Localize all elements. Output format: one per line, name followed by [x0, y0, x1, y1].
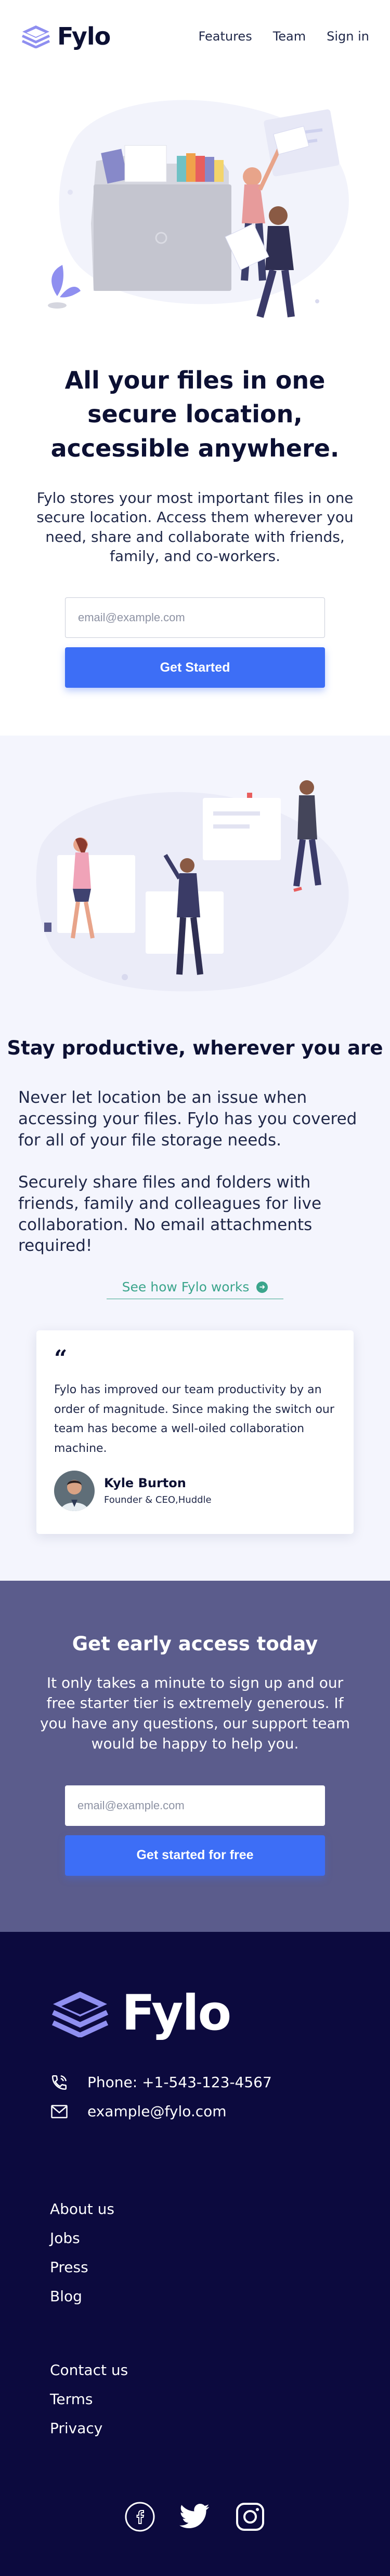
twitter-icon[interactable]: [178, 2500, 212, 2533]
footer-email-link[interactable]: example@fylo.com: [87, 2103, 227, 2120]
early-signup-form: Get started for free: [65, 1785, 325, 1876]
productive-copy: Never let location be an issue when acce…: [0, 1087, 390, 1257]
footer-phone: Phone: +1-543-123-4567: [87, 2074, 272, 2091]
person-name: Kyle Burton: [104, 1476, 186, 1491]
early-access-section: Get early access today It only takes a m…: [0, 1580, 390, 1932]
footer-link-terms[interactable]: Terms: [50, 2385, 390, 2414]
brand-name: Fylo: [57, 22, 111, 50]
hero-email-input[interactable]: [65, 597, 325, 638]
site-footer: Fylo Phone: +1-543-123-4567 example@fylo…: [0, 1931, 390, 2576]
testimonial-card: “ Fylo has improved our team productivit…: [36, 1330, 354, 1534]
footer-phone-row: Phone: +1-543-123-4567: [50, 2068, 390, 2097]
footer-links-group-2: Contact us Terms Privacy: [50, 2356, 390, 2443]
email-icon: [50, 2102, 69, 2121]
early-email-input[interactable]: [65, 1785, 325, 1826]
get-started-button[interactable]: Get Started: [65, 647, 325, 688]
hero-section: All your files in one secure location, a…: [0, 73, 390, 736]
site-header: Fylo Features Team Sign in: [0, 0, 390, 73]
hero-spacer: [0, 688, 390, 736]
person-role: Founder & CEO,Huddle: [104, 1494, 212, 1506]
main-nav: Features Team Sign in: [199, 29, 370, 44]
nav-link-team[interactable]: Team: [273, 29, 306, 44]
nav-link-signin[interactable]: Sign in: [327, 29, 369, 44]
footer-link-contact-us[interactable]: Contact us: [50, 2356, 390, 2385]
logo-layers-icon: [21, 25, 50, 48]
footer-contact: Phone: +1-543-123-4567 example@fylo.com: [50, 2068, 390, 2126]
footer-link-press[interactable]: Press: [50, 2253, 390, 2282]
get-started-free-button[interactable]: Get started for free: [65, 1835, 325, 1876]
phone-icon: [50, 2073, 69, 2092]
nav-link-features[interactable]: Features: [199, 29, 252, 44]
early-access-text: It only takes a minute to sign up and ou…: [40, 1674, 350, 1753]
hero-illustration: [48, 100, 349, 318]
works-link-wrap: See how Fylo works ➜: [0, 1279, 390, 1300]
footer-links-group-1: About us Jobs Press Blog: [50, 2195, 390, 2311]
works-link-label: See how Fylo works: [122, 1279, 250, 1295]
footer-link-jobs[interactable]: Jobs: [50, 2224, 390, 2253]
footer-link-about-us[interactable]: About us: [50, 2195, 390, 2224]
productive-paragraph-1: Never let location be an issue when acce…: [18, 1088, 357, 1150]
brand-logo[interactable]: Fylo: [21, 22, 111, 50]
footer-socials: [50, 2500, 340, 2533]
productive-section: Stay productive, wherever you are Never …: [0, 736, 390, 1581]
hero-text: Fylo stores your most important files in…: [36, 489, 354, 565]
testimonial-text: Fylo has improved our team productivity …: [54, 1383, 334, 1455]
footer-brand-name: Fylo: [122, 1984, 231, 2041]
person-info: Kyle Burton Founder & CEO,Huddle: [104, 1476, 212, 1505]
footer-logo-layers-icon: [51, 1991, 109, 2037]
arrow-right-icon: ➜: [256, 1281, 268, 1293]
facebook-icon[interactable]: [123, 2500, 157, 2533]
footer-link-blog[interactable]: Blog: [50, 2282, 390, 2311]
testimonial-person: Kyle Burton Founder & CEO,Huddle: [54, 1470, 336, 1511]
footer-brand-logo[interactable]: Fylo: [50, 1984, 390, 2041]
productive-illustration: [36, 780, 349, 992]
footer-email-row: example@fylo.com: [50, 2097, 390, 2126]
productive-title: Stay productive, wherever you are: [7, 1037, 383, 1059]
footer-link-privacy[interactable]: Privacy: [50, 2414, 390, 2443]
productive-paragraph-2: Securely share files and folders with fr…: [18, 1172, 322, 1256]
hero-signup-form: Get Started: [65, 597, 325, 688]
hero-title: All your files in one secure location, a…: [50, 366, 340, 462]
early-access-title: Get early access today: [72, 1632, 318, 1655]
avatar: [54, 1470, 95, 1511]
quote-icon: “: [54, 1345, 68, 1372]
see-how-fylo-works-link[interactable]: See how Fylo works ➜: [106, 1279, 284, 1300]
instagram-icon[interactable]: [233, 2500, 267, 2533]
